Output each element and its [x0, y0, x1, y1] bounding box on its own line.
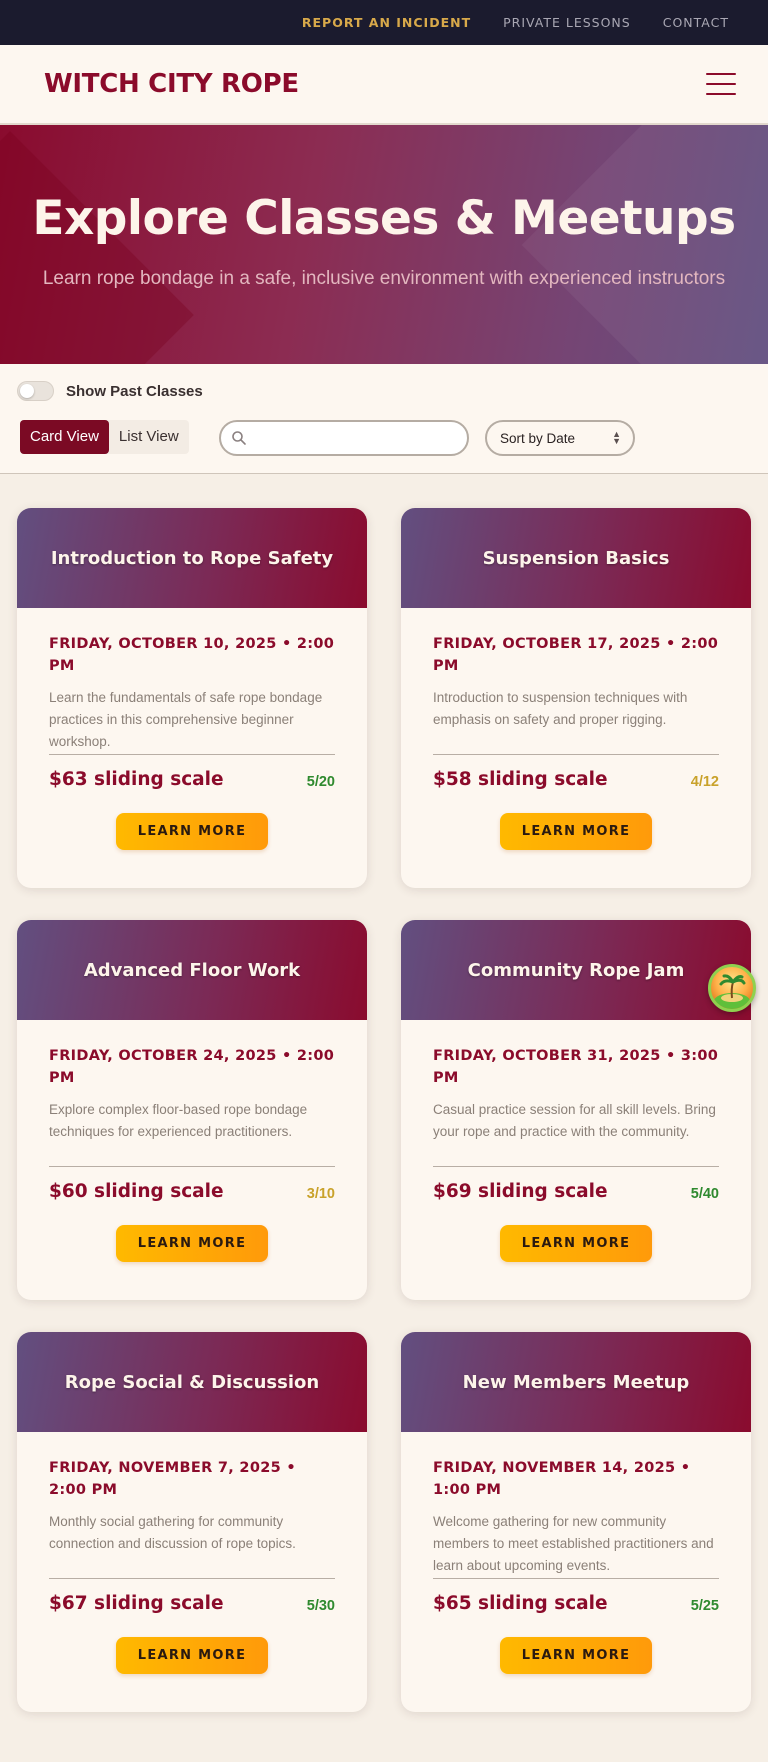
hero-banner: Explore Classes & Meetups Learn rope bon…	[0, 125, 768, 364]
event-date: FRIDAY, NOVEMBER 7, 2025 • 2:00 PM	[49, 1460, 296, 1498]
event-description: Casual practice session for all skill le…	[433, 1102, 716, 1139]
event-card-body: FRIDAY, NOVEMBER 7, 2025 • 2:00 PM Monthl…	[17, 1432, 367, 1712]
list-view-button[interactable]: List View	[109, 420, 189, 454]
report-incident-link[interactable]: REPORT AN INCIDENT	[302, 15, 471, 30]
show-past-classes-row: Show Past Classes	[17, 381, 203, 401]
event-price: $60 sliding scale	[49, 1181, 224, 1202]
private-lessons-link[interactable]: PRIVATE LESSONS	[503, 15, 631, 30]
search-input[interactable]	[221, 422, 467, 454]
event-card: New Members Meetup FRIDAY, NOVEMBER 14, 2…	[401, 1332, 751, 1712]
event-card: Advanced Floor Work FRIDAY, OCTOBER 24, 2…	[17, 920, 367, 1300]
learn-more-button[interactable]: LEARN MORE	[116, 1637, 268, 1674]
event-date: FRIDAY, OCTOBER 10, 2025 • 2:00 PM	[49, 636, 335, 674]
learn-more-button[interactable]: LEARN MORE	[116, 1225, 268, 1262]
page-subtitle: Learn rope bondage in a safe, inclusive …	[42, 268, 726, 289]
sort-dropdown[interactable]: Sort by Date ▲ ▼	[485, 420, 635, 456]
show-past-classes-label: Show Past Classes	[66, 382, 203, 400]
event-card-header: Introduction to Rope Safety	[17, 508, 367, 608]
event-capacity: 5/40	[690, 1186, 719, 1202]
hamburger-menu-icon[interactable]	[706, 73, 736, 95]
event-price: $67 sliding scale	[49, 1593, 224, 1614]
show-past-classes-toggle[interactable]	[17, 381, 54, 401]
event-card-header: Advanced Floor Work	[17, 920, 367, 1020]
search-box	[219, 420, 469, 456]
divider	[49, 1166, 335, 1167]
event-card-header: New Members Meetup	[401, 1332, 751, 1432]
event-capacity: 5/20	[306, 774, 335, 790]
event-price: $65 sliding scale	[433, 1593, 608, 1614]
event-card-body: FRIDAY, OCTOBER 10, 2025 • 2:00 PM Learn …	[17, 608, 367, 888]
learn-more-button[interactable]: LEARN MORE	[116, 813, 268, 850]
event-description: Welcome gathering for new community memb…	[433, 1514, 714, 1573]
event-card: Introduction to Rope Safety FRIDAY, OCTOB…	[17, 508, 367, 888]
divider	[433, 1578, 719, 1579]
event-description: Introduction to suspension techniques wi…	[433, 690, 688, 727]
event-date: FRIDAY, OCTOBER 17, 2025 • 2:00 PM	[433, 636, 719, 674]
event-capacity: 5/30	[306, 1598, 335, 1614]
utility-nav: REPORT AN INCIDENT PRIVATE LESSONS CONTA…	[0, 0, 768, 45]
event-capacity: 3/10	[306, 1186, 335, 1202]
event-card-header: Community Rope Jam	[401, 920, 751, 1020]
island-graphic	[714, 974, 750, 1009]
hamburger-line	[706, 83, 736, 85]
tropical-island-avatar-icon[interactable]	[708, 964, 756, 1012]
event-price: $58 sliding scale	[433, 769, 608, 790]
divider	[49, 754, 335, 755]
event-description: Learn the fundamentals of safe rope bond…	[49, 690, 323, 749]
event-card: Suspension Basics FRIDAY, OCTOBER 17, 202…	[401, 508, 751, 888]
divider	[49, 1578, 335, 1579]
event-description: Monthly social gathering for community c…	[49, 1514, 296, 1551]
event-card-body: FRIDAY, OCTOBER 17, 2025 • 2:00 PM Introd…	[401, 608, 751, 888]
event-card: Community Rope Jam FRIDAY, OCTOBER 31, 20…	[401, 920, 751, 1300]
event-date: FRIDAY, OCTOBER 24, 2025 • 2:00 PM	[49, 1048, 335, 1086]
event-title[interactable]: New Members Meetup	[463, 1372, 690, 1393]
contact-link[interactable]: CONTACT	[663, 15, 729, 30]
learn-more-button[interactable]: LEARN MORE	[500, 1225, 652, 1262]
card-view-button[interactable]: Card View	[20, 420, 109, 454]
divider	[433, 1166, 719, 1167]
site-logo[interactable]: WITCH CITY ROPE	[44, 69, 299, 99]
view-switch: Card View List View	[20, 420, 189, 454]
page-title: Explore Classes & Meetups	[32, 191, 736, 246]
filter-bar: Show Past Classes Card View List View So…	[0, 364, 768, 474]
event-date: FRIDAY, OCTOBER 31, 2025 • 3:00 PM	[433, 1048, 719, 1086]
event-card-header: Suspension Basics	[401, 508, 751, 608]
event-title[interactable]: Rope Social & Discussion	[65, 1372, 319, 1393]
event-date: FRIDAY, NOVEMBER 14, 2025 • 1:00 PM	[433, 1460, 691, 1498]
event-title[interactable]: Introduction to Rope Safety	[51, 548, 333, 569]
event-capacity: 5/25	[690, 1598, 719, 1614]
event-card-body: FRIDAY, NOVEMBER 14, 2025 • 1:00 PM Welco…	[401, 1432, 751, 1712]
event-price: $63 sliding scale	[49, 769, 224, 790]
event-description: Explore complex floor-based rope bondage…	[49, 1102, 308, 1139]
hamburger-line	[706, 93, 736, 95]
site-header: WITCH CITY ROPE	[0, 45, 768, 125]
event-title[interactable]: Community Rope Jam	[468, 960, 685, 981]
event-card-header: Rope Social & Discussion	[17, 1332, 367, 1432]
event-price: $69 sliding scale	[433, 1181, 608, 1202]
search-icon	[232, 431, 246, 445]
learn-more-button[interactable]: LEARN MORE	[500, 813, 652, 850]
hamburger-line	[706, 73, 736, 75]
event-capacity: 4/12	[690, 774, 719, 790]
event-title[interactable]: Advanced Floor Work	[84, 960, 300, 981]
event-card-body: FRIDAY, OCTOBER 24, 2025 • 2:00 PM Explor…	[17, 1020, 367, 1300]
divider	[433, 754, 719, 755]
event-card-body: FRIDAY, OCTOBER 31, 2025 • 3:00 PM Casual…	[401, 1020, 751, 1300]
event-title[interactable]: Suspension Basics	[483, 548, 670, 569]
learn-more-button[interactable]: LEARN MORE	[500, 1637, 652, 1674]
chevron-up-down-icon: ▲ ▼	[612, 429, 621, 446]
toggle-knob	[20, 384, 34, 398]
sort-selected-value: Sort by Date	[500, 430, 576, 446]
event-card: Rope Social & Discussion FRIDAY, NOVEMBER…	[17, 1332, 367, 1712]
